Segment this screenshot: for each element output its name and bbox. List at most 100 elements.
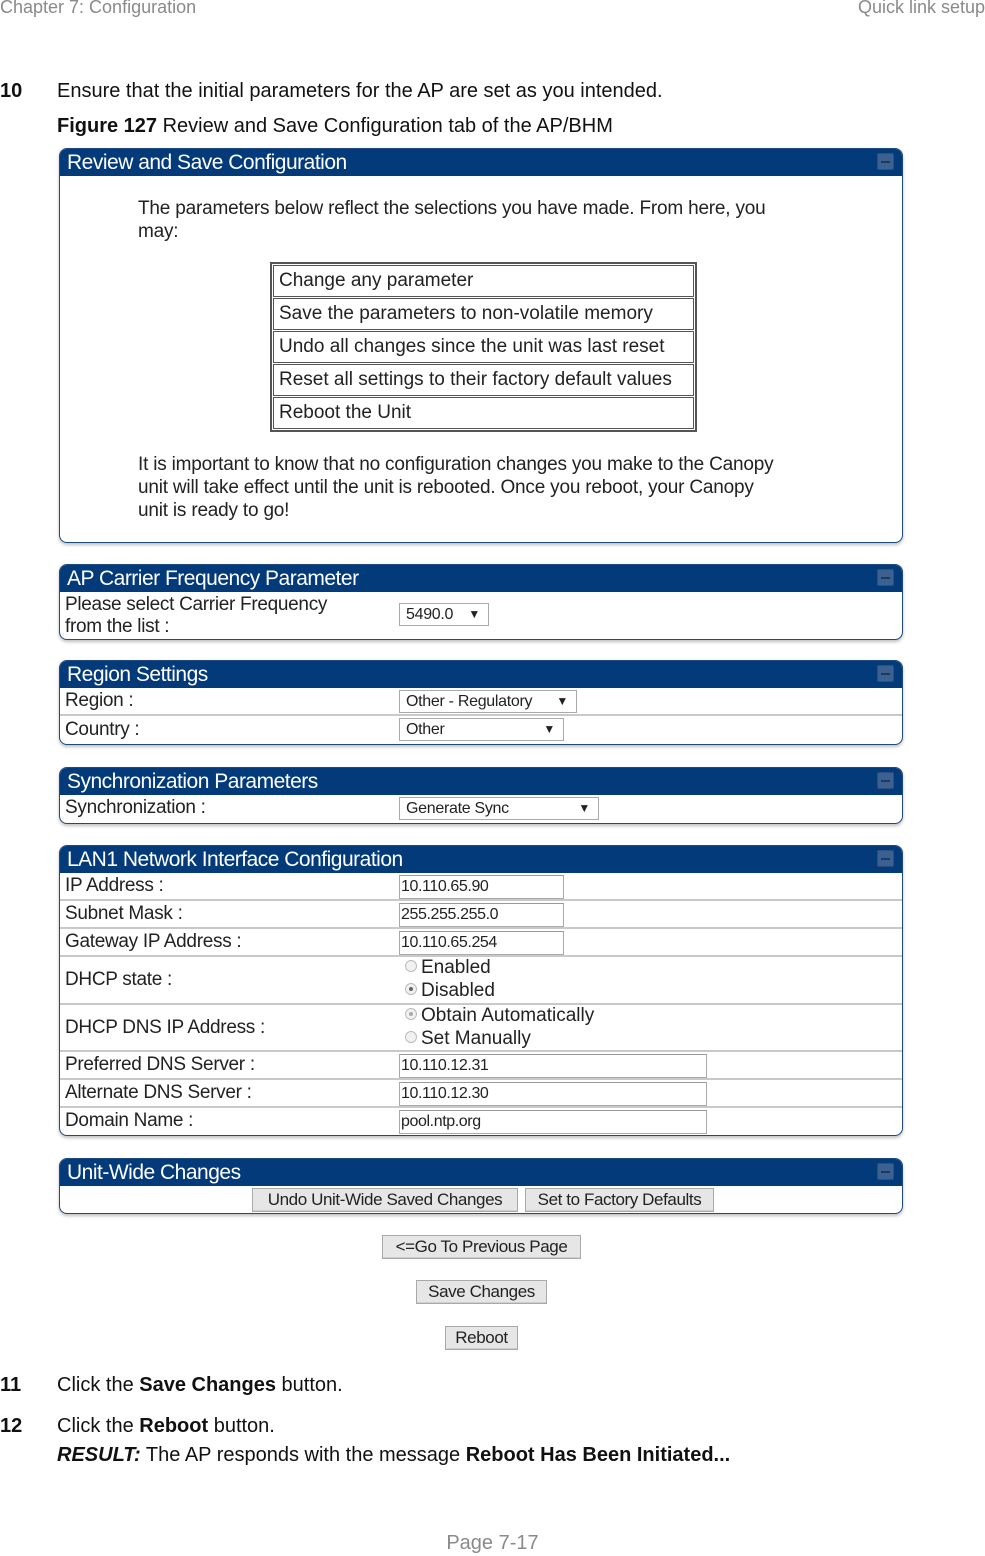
option-item: Change any parameter: [273, 265, 694, 297]
figure-caption: Figure 127 Review and Save Configuration…: [57, 115, 613, 138]
select-value: Other: [406, 721, 445, 738]
domain-name-input[interactable]: pool.ntp.org: [399, 1110, 707, 1134]
country-row: Country : Other ▼: [60, 716, 902, 744]
radio-label: Enabled: [421, 957, 491, 978]
option-item: Save the parameters to non-volatile memo…: [273, 298, 694, 330]
carrier-frequency-select[interactable]: 5490.0 ▼: [399, 603, 489, 626]
step-text: Click the Reboot button.: [57, 1415, 275, 1438]
review-save-panel: Review and Save Configuration The parame…: [59, 148, 903, 543]
synchronization-select[interactable]: Generate Sync ▼: [399, 797, 599, 820]
panel-title-text: Region Settings: [67, 663, 208, 686]
panel-title-text: Synchronization Parameters: [67, 770, 318, 793]
dns-set-manually-radio[interactable]: Set Manually: [405, 1028, 531, 1050]
carrier-frequency-label: Please select Carrier Frequency from the…: [65, 594, 327, 638]
collapse-icon[interactable]: [877, 850, 894, 867]
radio-label: Obtain Automatically: [421, 1005, 595, 1026]
collapse-icon[interactable]: [877, 569, 894, 586]
collapse-icon[interactable]: [877, 772, 894, 789]
collapse-icon[interactable]: [877, 1163, 894, 1180]
dropdown-arrow-icon: ▼: [556, 694, 568, 708]
select-value: Generate Sync: [406, 800, 509, 817]
collapse-icon[interactable]: [877, 153, 894, 170]
panel-title: Review and Save Configuration: [60, 149, 902, 176]
page-number: Page 7-17: [446, 1532, 539, 1554]
dropdown-arrow-icon: ▼: [543, 722, 555, 736]
save-changes-button[interactable]: Save Changes: [416, 1280, 547, 1304]
country-label: Country :: [65, 719, 140, 740]
undo-unit-wide-button[interactable]: Undo Unit-Wide Saved Changes: [252, 1188, 518, 1212]
unit-wide-changes-panel: Unit-Wide Changes Undo Unit-Wide Saved C…: [59, 1158, 903, 1214]
radio-checked-icon: [405, 983, 417, 995]
section-header: Quick link setup: [857, 0, 985, 17]
previous-page-button[interactable]: <=Go To Previous Page: [382, 1235, 581, 1259]
synchronization-label: Synchronization :: [65, 797, 206, 818]
dropdown-arrow-icon: ▼: [468, 607, 480, 621]
region-select[interactable]: Other - Regulatory ▼: [399, 690, 577, 713]
text-part: The AP responds with the message: [140, 1444, 466, 1466]
lan1-config-panel: LAN1 Network Interface Configuration IP …: [59, 845, 903, 1136]
intro-line: may:: [138, 221, 179, 242]
radio-unchecked-icon: [405, 1031, 417, 1043]
panel-title-text: LAN1 Network Interface Configuration: [67, 848, 403, 871]
ui-reference: Reboot: [139, 1415, 209, 1437]
preferred-dns-row: Preferred DNS Server : 10.110.12.31: [60, 1052, 902, 1080]
region-settings-panel: Region Settings Region : Other - Regulat…: [59, 660, 903, 745]
gateway-row: Gateway IP Address : 10.110.65.254: [60, 929, 902, 957]
text-part: button.: [208, 1415, 275, 1437]
gateway-input[interactable]: 10.110.65.254: [399, 931, 564, 955]
ip-address-row: IP Address : 10.110.65.90: [60, 873, 902, 901]
gateway-label: Gateway IP Address :: [65, 931, 242, 952]
carrier-frequency-panel: AP Carrier Frequency Parameter Please se…: [59, 564, 903, 640]
dhcp-state-label: DHCP state :: [65, 969, 172, 990]
subnet-mask-label: Subnet Mask :: [65, 903, 183, 924]
factory-defaults-button[interactable]: Set to Factory Defaults: [525, 1188, 714, 1212]
note-line: It is important to know that no configur…: [138, 454, 774, 475]
ui-reference: Save Changes: [139, 1374, 276, 1396]
step-text: Click the Save Changes button.: [57, 1374, 343, 1397]
alternate-dns-input[interactable]: 10.110.12.30: [399, 1082, 707, 1106]
domain-name-row: Domain Name : pool.ntp.org: [60, 1108, 902, 1135]
panel-title-text: Review and Save Configuration: [67, 151, 347, 174]
options-table: Change any parameter Save the parameters…: [270, 262, 697, 432]
dns-obtain-automatically-radio[interactable]: Obtain Automatically: [405, 1005, 594, 1027]
preferred-dns-input[interactable]: 10.110.12.31: [399, 1054, 707, 1078]
result-label: RESULT:: [57, 1444, 141, 1466]
note-line: unit is ready to go!: [138, 500, 290, 521]
select-value: Other - Regulatory: [406, 693, 533, 710]
dhcp-dns-row: DHCP DNS IP Address : Obtain Automatical…: [60, 1005, 902, 1052]
step-number: 10: [0, 80, 23, 102]
panel-title-text: Unit-Wide Changes: [67, 1161, 241, 1184]
domain-name-label: Domain Name :: [65, 1110, 194, 1131]
text-part: Click the: [57, 1374, 140, 1396]
region-row: Region : Other - Regulatory ▼: [60, 688, 902, 716]
country-select[interactable]: Other ▼: [399, 718, 564, 741]
option-item: Undo all changes since the unit was last…: [273, 331, 694, 363]
step-number: 11: [0, 1374, 22, 1396]
ip-address-input[interactable]: 10.110.65.90: [399, 875, 564, 899]
label-line: from the list :: [65, 616, 170, 637]
panel-title: AP Carrier Frequency Parameter: [60, 565, 902, 592]
dhcp-disabled-radio[interactable]: Disabled: [405, 980, 495, 1002]
intro-line: The parameters below reflect the selecti…: [138, 198, 766, 219]
result-text: RESULT: The AP responds with the message…: [57, 1444, 730, 1467]
synchronization-row: Synchronization : Generate Sync ▼: [60, 795, 902, 823]
collapse-icon[interactable]: [877, 665, 894, 682]
dhcp-enabled-radio[interactable]: Enabled: [405, 957, 491, 979]
dropdown-arrow-icon: ▼: [578, 801, 590, 815]
step-text: Ensure that the initial parameters for t…: [57, 80, 663, 102]
panel-title: Synchronization Parameters: [60, 768, 902, 795]
subnet-mask-input[interactable]: 255.255.255.0: [399, 903, 564, 927]
step-number: 12: [0, 1415, 23, 1437]
radio-unchecked-icon: [405, 960, 417, 972]
panel-title: Unit-Wide Changes: [60, 1159, 902, 1186]
figure-label: Figure 127: [57, 115, 158, 137]
reboot-button[interactable]: Reboot: [445, 1326, 518, 1350]
text-part: Click the: [57, 1415, 140, 1437]
text-part: button.: [275, 1374, 343, 1396]
dhcp-dns-label: DHCP DNS IP Address :: [65, 1017, 265, 1038]
option-item: Reboot the Unit: [273, 397, 694, 429]
panel-title: Region Settings: [60, 661, 902, 688]
radio-checked-icon: [405, 1008, 417, 1020]
dhcp-state-row: DHCP state : Enabled Disabled: [60, 957, 902, 1005]
alternate-dns-label: Alternate DNS Server :: [65, 1082, 252, 1103]
